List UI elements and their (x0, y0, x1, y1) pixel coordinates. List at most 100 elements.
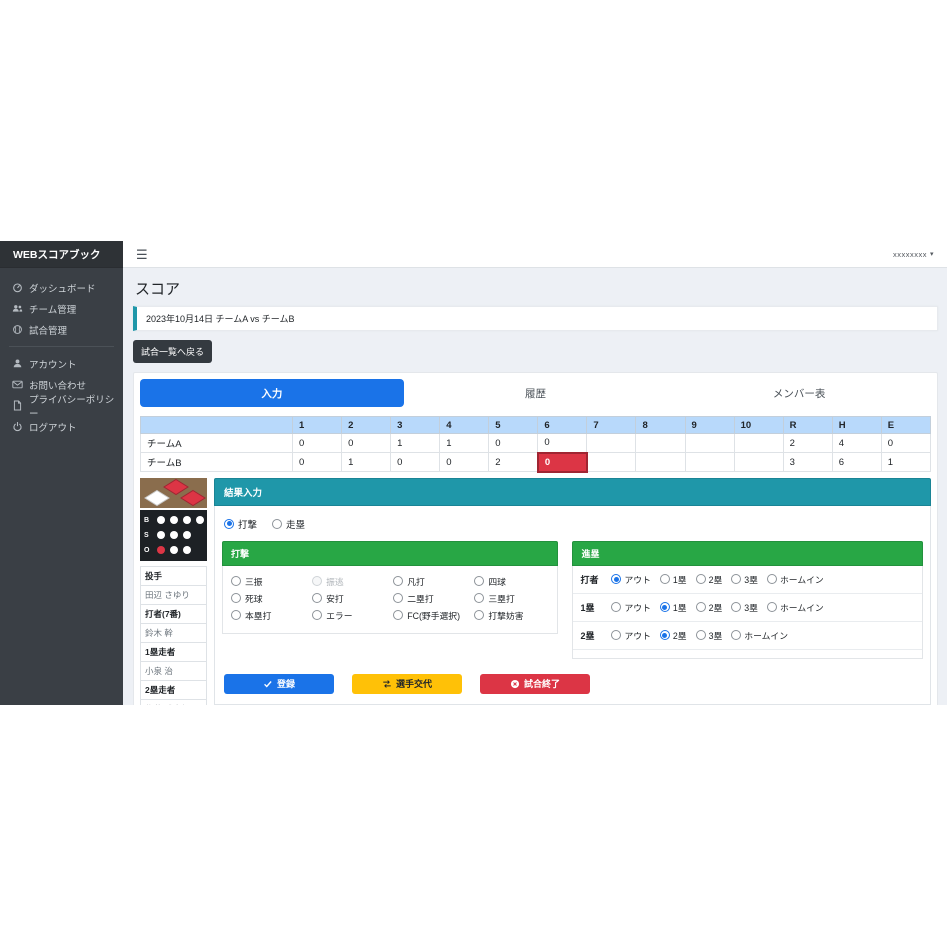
batting-radio[interactable] (393, 576, 403, 586)
advance-option[interactable]: 3塁 (696, 629, 723, 642)
batting-option[interactable]: 四球 (474, 575, 549, 588)
result-input-body: 打撃走塁 打撃 三振死球本塁打振逃安打エラー凡打二塁打FC(野手選択)四球三塁打… (214, 506, 931, 705)
batting-label: エラー (326, 609, 352, 622)
advance-card: 進塁 打者アウト1塁2塁3塁ホームイン1塁アウト1塁2塁3塁ホームイン2塁アウト… (572, 541, 923, 659)
count-dot (196, 516, 204, 524)
tab-history[interactable]: 履歴 (404, 379, 668, 407)
sidebar-item-teams[interactable]: チーム管理 (0, 298, 123, 319)
advance-option[interactable]: 2塁 (696, 601, 723, 614)
advance-option[interactable]: 1塁 (660, 573, 687, 586)
sub-cards-row: 打撃 三振死球本塁打振逃安打エラー凡打二塁打FC(野手選択)四球三塁打打撃妨害 … (222, 541, 923, 659)
advance-option[interactable]: ホームイン (731, 629, 788, 642)
advance-option[interactable]: アウト (611, 629, 650, 642)
advance-row: 2塁アウト2塁3塁ホームイン (573, 622, 922, 650)
advance-option[interactable]: 1塁 (660, 601, 687, 614)
advance-radio[interactable] (731, 574, 741, 584)
advance-radio[interactable] (660, 630, 670, 640)
end-game-button[interactable]: 試合終了 (480, 674, 590, 694)
batting-option[interactable]: 二塁打 (393, 592, 468, 605)
advance-radio[interactable] (660, 602, 670, 612)
batting-option[interactable]: FC(野手選択) (393, 609, 468, 622)
batting-radio[interactable] (474, 610, 484, 620)
batting-option[interactable]: 打撃妨害 (474, 609, 549, 622)
substitution-button[interactable]: 選手交代 (352, 674, 462, 694)
batting-option[interactable]: 安打 (312, 592, 387, 605)
sidebar-divider (9, 346, 114, 347)
inning-header: R (783, 417, 832, 434)
tab-members[interactable]: メンバー表 (667, 379, 931, 407)
advance-radio[interactable] (696, 574, 706, 584)
mode-batting-option[interactable]: 打撃 (224, 517, 257, 531)
batting-option[interactable]: 凡打 (393, 575, 468, 588)
advance-option[interactable]: 2塁 (696, 573, 723, 586)
batting-radio[interactable] (474, 576, 484, 586)
app-brand[interactable]: WEBスコアブック (0, 241, 123, 268)
advance-label: 2塁 (709, 573, 723, 586)
count-dot (157, 531, 165, 539)
batting-radio (312, 576, 322, 586)
advance-option[interactable]: 3塁 (731, 601, 758, 614)
batting-radio[interactable] (393, 593, 403, 603)
advance-row: 打者アウト1塁2塁3塁ホームイン (573, 566, 922, 594)
advance-radio[interactable] (731, 630, 741, 640)
score-card: 入力履歴メンバー表 12345678910RHEチームA001100240チーム… (133, 372, 938, 705)
advance-radio[interactable] (611, 602, 621, 612)
score-cell: 1 (342, 453, 391, 472)
page-canvas: WEBスコアブック ダッシュボードチーム管理試合管理アカウントお問い合わせプライ… (0, 0, 947, 947)
content: スコア 2023年10月14日 チームA vs チームB 試合一覧へ戻る 入力履… (123, 268, 947, 705)
sidebar-item-dashboard[interactable]: ダッシュボード (0, 277, 123, 298)
envelope-icon (12, 379, 23, 390)
advance-label: アウト (624, 573, 650, 586)
batting-radio[interactable] (393, 610, 403, 620)
batting-option[interactable]: 死球 (231, 592, 306, 605)
advance-option[interactable]: アウト (611, 601, 650, 614)
back-to-games-button[interactable]: 試合一覧へ戻る (133, 340, 212, 363)
player-name: 小泉 治 (141, 662, 206, 681)
batting-radio[interactable] (231, 610, 241, 620)
batting-radio[interactable] (231, 576, 241, 586)
mode-running-option[interactable]: 走塁 (272, 517, 305, 531)
batting-radio[interactable] (231, 593, 241, 603)
menu-toggle-icon[interactable]: ☰ (136, 248, 148, 261)
sidebar-item-label: プライバシーポリシー (29, 392, 123, 420)
sidebar-item-privacy[interactable]: プライバシーポリシー (0, 395, 123, 416)
sidebar-item-label: ダッシュボード (29, 281, 96, 295)
advance-option[interactable]: 3塁 (731, 573, 758, 586)
advance-radio[interactable] (767, 574, 777, 584)
mode-batting-label: 打撃 (238, 517, 257, 531)
topbar: ☰ xxxxxxxx ▾ (123, 241, 947, 268)
batting-option[interactable]: 本塁打 (231, 609, 306, 622)
batting-label: 死球 (245, 592, 263, 605)
tab-input[interactable]: 入力 (140, 379, 404, 407)
advance-radio[interactable] (611, 574, 621, 584)
batting-radio[interactable] (312, 593, 322, 603)
field-diagram (140, 478, 207, 508)
advance-radio[interactable] (660, 574, 670, 584)
advance-option[interactable]: アウト (611, 573, 650, 586)
advance-radio[interactable] (611, 630, 621, 640)
mode-running-radio[interactable] (272, 519, 282, 529)
advance-option[interactable]: ホームイン (767, 573, 824, 586)
batting-option[interactable]: 三振 (231, 575, 306, 588)
sidebar-item-label: ログアウト (29, 420, 77, 434)
batting-radio[interactable] (312, 610, 322, 620)
mode-running-label: 走塁 (286, 517, 305, 531)
advance-radio[interactable] (731, 602, 741, 612)
mode-batting-radio[interactable] (224, 519, 234, 529)
advance-option[interactable]: ホームイン (767, 601, 824, 614)
score-cell: 0 (881, 434, 930, 453)
batting-option[interactable]: エラー (312, 609, 387, 622)
sidebar-item-games[interactable]: 試合管理 (0, 319, 123, 340)
register-button[interactable]: 登録 (224, 674, 334, 694)
advance-radio[interactable] (696, 602, 706, 612)
sidebar-item-account[interactable]: アカウント (0, 353, 123, 374)
batting-radio[interactable] (474, 593, 484, 603)
batting-card-header: 打撃 (222, 541, 558, 566)
advance-radio[interactable] (696, 630, 706, 640)
advance-option[interactable]: 2塁 (660, 629, 687, 642)
end-game-button-label: 試合終了 (524, 677, 560, 690)
user-icon (12, 358, 23, 369)
batting-option[interactable]: 三塁打 (474, 592, 549, 605)
account-dropdown[interactable]: xxxxxxxx ▾ (893, 250, 934, 259)
advance-radio[interactable] (767, 602, 777, 612)
